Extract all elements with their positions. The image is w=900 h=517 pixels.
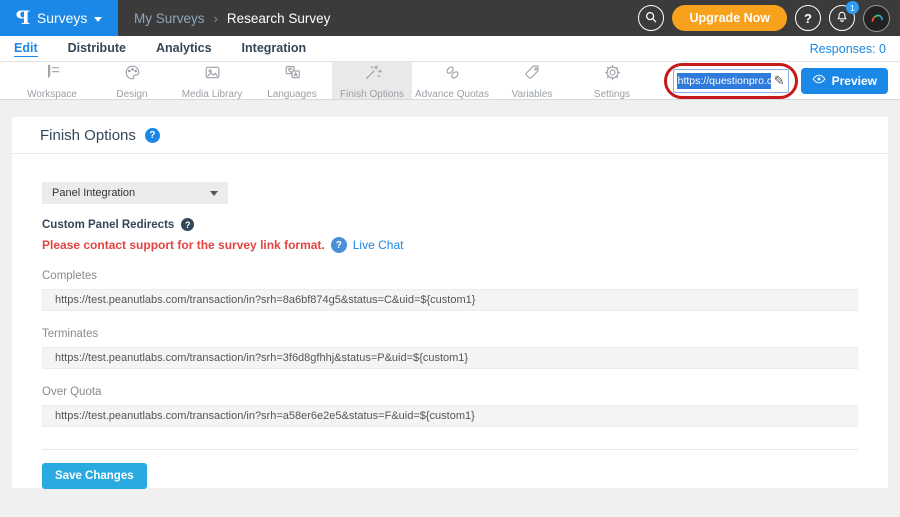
completes-field-group: Completes [42, 270, 858, 311]
survey-url-selected-text: https://questionpro.com/t/A [677, 73, 771, 89]
toolbar-item-languages[interactable]: Languages [252, 62, 332, 99]
toolbar-label: Design [116, 89, 147, 100]
breadcrumb-separator: › [214, 11, 218, 26]
tag-icon [523, 63, 542, 87]
tab-edit[interactable]: Edit [14, 41, 38, 57]
live-chat-help-icon[interactable]: ? [331, 237, 347, 253]
save-changes-button[interactable]: Save Changes [42, 463, 147, 489]
toolbar-label: Media Library [182, 89, 243, 100]
toolbar-label: Languages [267, 89, 317, 100]
tab-analytics[interactable]: Analytics [156, 41, 212, 56]
product-name: Surveys [37, 10, 88, 26]
survey-url-input[interactable]: https://questionpro.com/t/A ✎ [673, 69, 789, 93]
panel-integration-dropdown[interactable]: Panel Integration [42, 182, 228, 204]
notifications-button[interactable]: 1 [829, 5, 855, 31]
finish-options-help-icon[interactable]: ? [145, 128, 160, 143]
support-warning-row: Please contact support for the survey li… [42, 237, 858, 253]
dropdown-selected-value: Panel Integration [52, 187, 135, 199]
completes-label: Completes [42, 270, 858, 282]
chevron-down-icon [94, 17, 102, 22]
toolbar-item-variables[interactable]: Variables [492, 62, 572, 99]
questionpro-logo-icon: P [16, 7, 30, 29]
edit-pencil-icon[interactable]: ✎ [774, 73, 785, 89]
toolbar-item-media-library[interactable]: Media Library [172, 62, 252, 99]
over-quota-label: Over Quota [42, 386, 858, 398]
annotation-highlight: https://questionpro.com/t/A ✎ [664, 63, 798, 99]
toolbar-item-workspace[interactable]: Workspace [12, 62, 92, 99]
page-content: Finish Options ? Panel Integration Custo… [0, 100, 900, 488]
survey-nav: Edit Distribute Analytics Integration Re… [0, 36, 900, 62]
gear-icon [603, 63, 622, 87]
chain-link-icon [443, 63, 462, 87]
finish-options-card: Finish Options ? Panel Integration Custo… [12, 117, 888, 488]
preview-label: Preview [832, 74, 877, 88]
translate-icon [283, 63, 302, 87]
topbar-actions: Upgrade Now ? 1 [638, 5, 900, 32]
top-bar: P Surveys My Surveys › Research Survey U… [0, 0, 900, 36]
toolbar-item-finish-options[interactable]: Finish Options [332, 62, 412, 99]
toolbar-label: Variables [512, 89, 553, 100]
breadcrumb-current-survey: Research Survey [227, 11, 331, 26]
terminates-field-group: Terminates [42, 328, 858, 369]
eye-icon [812, 72, 826, 89]
page-title: Finish Options [40, 127, 136, 144]
custom-panel-redirects-header: Custom Panel Redirects ? [42, 218, 858, 231]
section-help-icon[interactable]: ? [181, 218, 194, 231]
card-header: Finish Options ? [12, 117, 888, 154]
toolbar-label: Advance Quotas [415, 89, 489, 100]
toolbar-label: Workspace [27, 89, 77, 100]
survey-link-zone: https://questionpro.com/t/A ✎ Preview [664, 62, 900, 99]
magic-wand-icon [363, 63, 382, 87]
toolbar-item-advance-quotas[interactable]: Advance Quotas [412, 62, 492, 99]
toolbar-item-design[interactable]: Design [92, 62, 172, 99]
palette-icon [123, 63, 142, 87]
search-button[interactable] [638, 5, 664, 31]
image-icon [203, 63, 222, 87]
chevron-down-icon [210, 191, 218, 196]
live-chat-link[interactable]: Live Chat [353, 238, 404, 252]
warning-text: Please contact support for the survey li… [42, 238, 325, 252]
over-quota-field-group: Over Quota [42, 386, 858, 427]
question-mark-icon: ? [804, 11, 812, 26]
help-button[interactable]: ? [795, 5, 821, 31]
upgrade-now-button[interactable]: Upgrade Now [672, 5, 787, 31]
workspace-icon [43, 63, 62, 87]
notification-badge: 1 [846, 1, 859, 14]
toolbar-item-settings[interactable]: Settings [572, 62, 652, 99]
preview-button[interactable]: Preview [801, 68, 888, 94]
product-switcher[interactable]: P Surveys [0, 0, 118, 36]
terminates-label: Terminates [42, 328, 858, 340]
toolbar-label: Finish Options [340, 89, 404, 100]
breadcrumb: My Surveys › Research Survey [134, 11, 330, 26]
over-quota-url-input[interactable] [42, 405, 858, 427]
tab-distribute[interactable]: Distribute [68, 41, 126, 56]
search-icon [644, 10, 658, 27]
card-body: Panel Integration Custom Panel Redirects… [12, 154, 888, 489]
section-title: Custom Panel Redirects [42, 219, 174, 231]
avatar[interactable] [863, 5, 890, 32]
completes-url-input[interactable] [42, 289, 858, 311]
toolbar-label: Settings [594, 89, 630, 100]
edit-toolbar: Workspace Design Media Library [0, 62, 900, 100]
terminates-url-input[interactable] [42, 347, 858, 369]
responses-count[interactable]: Responses: 0 [810, 42, 886, 56]
footer-divider [42, 449, 858, 450]
tab-integration[interactable]: Integration [242, 41, 307, 56]
breadcrumb-my-surveys[interactable]: My Surveys [134, 11, 205, 26]
